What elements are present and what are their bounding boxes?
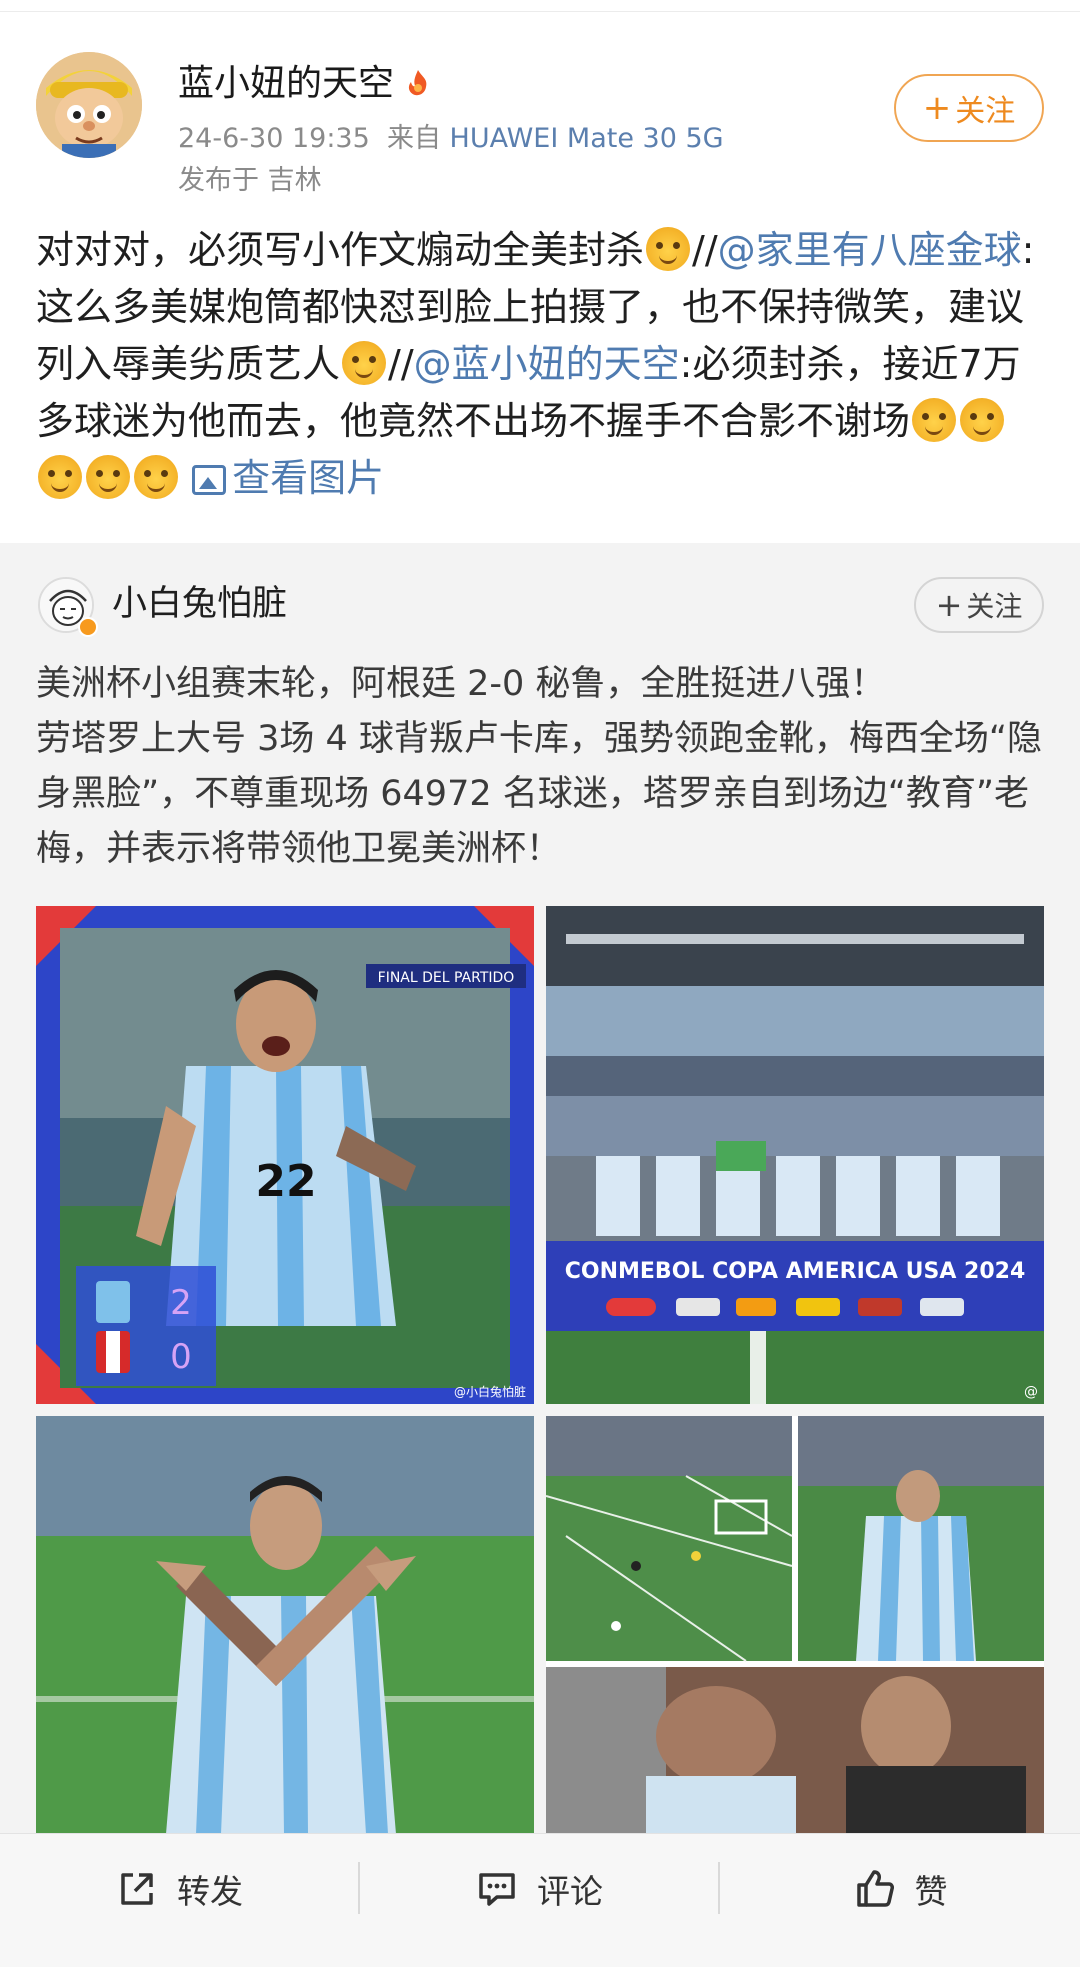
mention-link[interactable]: @蓝小妞的天空 (414, 342, 680, 386)
author-avatar[interactable] (36, 52, 142, 158)
post-meta: 24-6-30 19:35 来自 HUAWEI Mate 30 5G (178, 122, 724, 156)
image-thumbnail[interactable] (36, 1416, 534, 1834)
doge-emoji-icon (86, 455, 130, 499)
doge-emoji-icon (38, 455, 82, 499)
verified-badge-icon (78, 617, 98, 637)
post-timestamp: 24-6-30 19:35 (178, 123, 370, 154)
fire-badge-icon (408, 70, 427, 96)
post-header: 蓝小妞的天空 24-6-30 19:35 来自 HUAWEI Mate 30 5… (0, 12, 1080, 212)
retweet-follow-button[interactable]: + 关注 (914, 577, 1044, 633)
top-divider (0, 0, 1080, 12)
image-thumbnail[interactable]: FINAL DEL PARTIDO 22 2 0 @小白兔怕脏 (36, 906, 534, 1404)
smile-emoji-icon (342, 341, 387, 385)
retweet-card[interactable]: 小白兔怕脏 + 关注 美洲杯小组赛末轮，阿根廷 2-0 秘鲁，全胜挺进八强！ 劳塔… (0, 543, 1080, 1834)
doge-emoji-icon (134, 455, 178, 499)
doge-emoji-icon (646, 227, 691, 271)
retweet-author-name[interactable]: 小白兔怕脏 (112, 579, 287, 629)
comment-icon (479, 1873, 515, 1906)
share-icon (121, 1873, 153, 1905)
post-location: 发布于 吉林 (178, 165, 322, 196)
jersey-number: 22 (255, 1156, 316, 1207)
image-watermark: @ (1024, 1384, 1038, 1400)
image-banner-text: FINAL DEL PARTIDO (378, 970, 515, 986)
follow-button[interactable]: + 关注 (894, 74, 1044, 142)
plus-icon: + (922, 88, 952, 128)
image-thumbnail[interactable] (546, 1416, 1044, 1834)
comment-button[interactable]: 评论 (360, 1834, 718, 1944)
thumbs-up-icon (856, 1870, 894, 1907)
retweet-text: 美洲杯小组赛末轮，阿根廷 2-0 秘鲁，全胜挺进八强！ 劳塔罗上大号 3场 4 … (36, 664, 1043, 869)
plus-icon: + (935, 586, 963, 624)
image-banner-text: CONMEBOL COPA AMERICA USA 2024 (565, 1259, 1026, 1284)
mention-link[interactable]: @家里有八座金球 (718, 228, 1022, 272)
image-watermark: @小白兔怕脏 (454, 1384, 526, 1399)
post-text: 对对对，必须写小作文煽动全美封杀//@家里有八座金球:这么多美媒炮筒都快怼到脸上… (36, 227, 1035, 500)
like-button[interactable]: 赞 (720, 1834, 1080, 1944)
view-images-link[interactable]: 查看图片 (192, 456, 384, 500)
repost-button[interactable]: 转发 (0, 1834, 358, 1944)
image-icon (192, 465, 227, 495)
doge-emoji-icon (960, 398, 1005, 442)
score-home: 2 (170, 1283, 192, 1323)
doge-emoji-icon (912, 398, 957, 442)
score-away: 0 (170, 1337, 192, 1377)
author-name[interactable]: 蓝小妞的天空 (178, 62, 434, 106)
device-link[interactable]: HUAWEI Mate 30 5G (450, 123, 724, 154)
action-bar: 转发 评论 赞 (0, 1833, 1080, 1967)
image-thumbnail[interactable]: CONMEBOL COPA AMERICA USA 2024 @ (546, 906, 1044, 1404)
source-prefix: 来自 (386, 123, 441, 154)
